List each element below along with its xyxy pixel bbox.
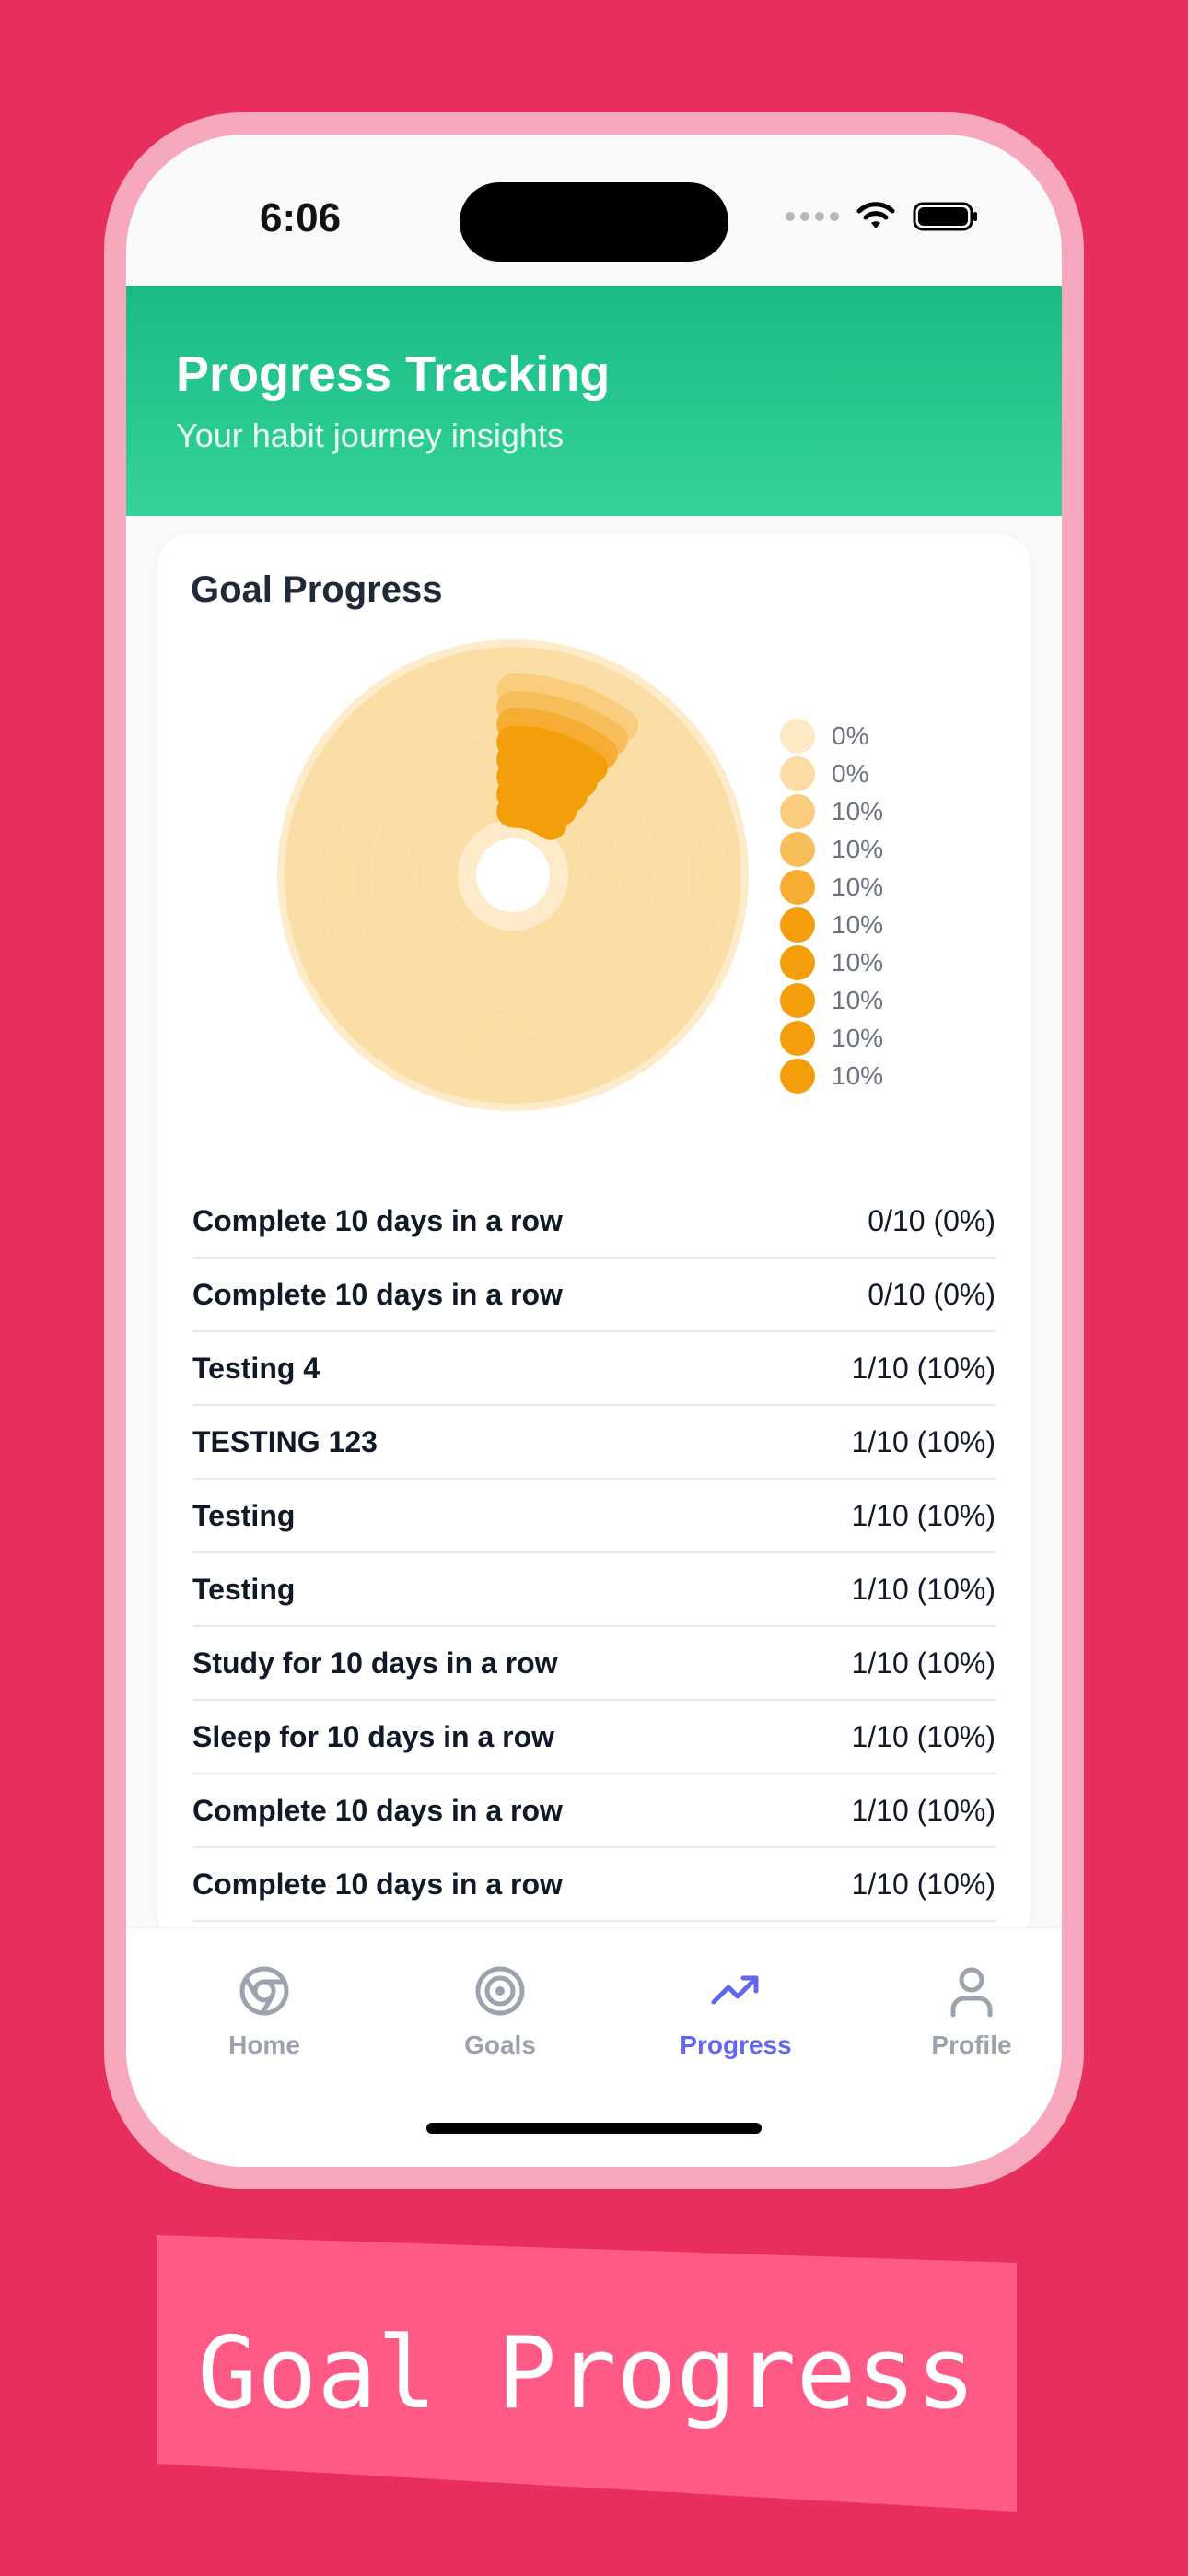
legend-swatch <box>780 1058 815 1094</box>
header: Progress Tracking Your habit journey ins… <box>126 286 1062 516</box>
wifi-icon <box>856 202 895 228</box>
status-time: 6:06 <box>260 195 342 240</box>
chrome-icon <box>239 1966 289 2016</box>
goal-value: 1/10 (10%) <box>851 1867 996 1901</box>
chart-center <box>476 838 550 912</box>
home-indicator <box>426 2123 762 2134</box>
goal-progress-chart <box>277 639 749 1111</box>
goal-value: 1/10 (10%) <box>851 1498 996 1532</box>
goal-name: Testing <box>192 1498 296 1532</box>
goal-name: Complete 10 days in a row <box>192 1277 563 1311</box>
goal-row: Complete 10 days in a row 0/10 (0%) <box>192 1259 996 1332</box>
goal-row: Complete 10 days in a row 1/10 (10%) <box>192 1848 996 1922</box>
goal-name: TESTING 123 <box>192 1424 378 1458</box>
goal-row: Complete 10 days in a row 0/10 (0%) <box>192 1185 996 1259</box>
goal-row: Sleep for 10 days in a row 1/10 (10%) <box>192 1701 996 1774</box>
signal-dots-icon <box>786 212 839 221</box>
trending-up-icon <box>711 1975 759 2005</box>
status-icons <box>786 201 979 232</box>
tab-profile-label: Profile <box>931 2031 1012 2059</box>
legend-item: 10% <box>780 1019 883 1057</box>
user-icon <box>950 1967 993 2018</box>
goal-row: TESTING 123 1/10 (10%) <box>192 1406 996 1480</box>
banner-title: Goal Progress <box>197 2315 976 2431</box>
legend-label: 10% <box>832 1060 884 1090</box>
battery-icon <box>913 202 977 231</box>
legend-item: 10% <box>780 981 883 1019</box>
progress-arc <box>496 794 567 840</box>
chart-legend: 0% 0% 10% 10% 10% 10% 10% 10% 10% 10% <box>780 717 883 1095</box>
tab-progress[interactable]: Progress <box>644 1963 828 2060</box>
legend-item: 10% <box>780 792 883 830</box>
goal-value: 1/10 (10%) <box>851 1719 996 1753</box>
goal-value: 0/10 (0%) <box>868 1277 996 1311</box>
page-title: Progress Tracking <box>176 346 611 402</box>
tab-home-label: Home <box>228 2031 300 2059</box>
legend-label: 10% <box>832 796 884 825</box>
legend-swatch <box>780 755 815 791</box>
goal-name: Complete 10 days in a row <box>192 1793 563 1827</box>
dynamic-island <box>460 182 728 262</box>
legend-label: 10% <box>832 947 884 977</box>
goal-value: 1/10 (10%) <box>851 1572 996 1606</box>
goal-value: 1/10 (10%) <box>851 1793 996 1827</box>
legend-item: 10% <box>780 868 883 906</box>
promo-banner: Goal Progress <box>157 2235 1017 2512</box>
legend-item: 0% <box>780 755 883 792</box>
tab-profile[interactable]: Profile <box>879 1963 1062 2060</box>
page-subtitle: Your habit journey insights <box>176 416 564 454</box>
legend-swatch <box>780 869 815 905</box>
legend-swatch <box>780 718 815 754</box>
goal-row: Complete 10 days in a row 1/10 (10%) <box>192 1774 996 1848</box>
tab-goals-label: Goals <box>464 2031 536 2059</box>
goal-row: Testing 4 1/10 (10%) <box>192 1332 996 1406</box>
legend-swatch <box>780 982 815 1018</box>
goal-list: Complete 10 days in a row 0/10 (0%) Comple… <box>192 1185 996 1922</box>
status-bar: 6:06 <box>126 135 1062 286</box>
legend-item: 10% <box>780 1057 883 1095</box>
legend-label: 10% <box>832 1023 884 1052</box>
legend-swatch <box>780 944 815 980</box>
legend-swatch <box>780 831 815 867</box>
tab-home[interactable]: Home <box>172 1963 356 2060</box>
goal-name: Testing <box>192 1572 296 1606</box>
legend-label: 10% <box>832 985 884 1014</box>
goal-name: Complete 10 days in a row <box>192 1867 563 1901</box>
tab-goals[interactable]: Goals <box>408 1963 592 2060</box>
legend-label: 0% <box>832 720 869 750</box>
goal-row: Study for 10 days in a row 1/10 (10%) <box>192 1627 996 1701</box>
goal-name: Study for 10 days in a row <box>192 1645 558 1680</box>
goal-row: Testing 1/10 (10%) <box>192 1553 996 1627</box>
legend-swatch <box>780 793 815 829</box>
goal-progress-card: Goal Progress 0% 0% 10% 10% 10% 10% 10% 10% 10% 1… <box>157 534 1031 1944</box>
goal-value: 1/10 (10%) <box>851 1351 996 1385</box>
legend-label: 10% <box>832 909 884 939</box>
goal-name: Testing 4 <box>192 1351 320 1385</box>
goal-name: Complete 10 days in a row <box>192 1203 563 1237</box>
legend-item: 10% <box>780 906 883 943</box>
legend-swatch <box>780 1020 815 1056</box>
target-icon <box>475 1966 525 2016</box>
phone-frame: 6:06 Progress Tracking Your habit journe… <box>104 112 1084 2189</box>
goal-row: Testing 1/10 (10%) <box>192 1480 996 1553</box>
legend-label: 10% <box>832 872 884 901</box>
legend-item: 0% <box>780 717 883 755</box>
goal-value: 0/10 (0%) <box>868 1203 996 1237</box>
goal-value: 1/10 (10%) <box>851 1645 996 1680</box>
goal-name: Sleep for 10 days in a row <box>192 1719 555 1753</box>
goal-value: 1/10 (10%) <box>851 1424 996 1458</box>
app-screen: 6:06 Progress Tracking Your habit journe… <box>126 135 1062 2167</box>
legend-label: 10% <box>832 834 884 863</box>
legend-item: 10% <box>780 943 883 981</box>
legend-swatch <box>780 907 815 943</box>
legend-label: 0% <box>832 758 869 788</box>
legend-item: 10% <box>780 830 883 868</box>
tab-progress-label: Progress <box>680 2031 792 2059</box>
